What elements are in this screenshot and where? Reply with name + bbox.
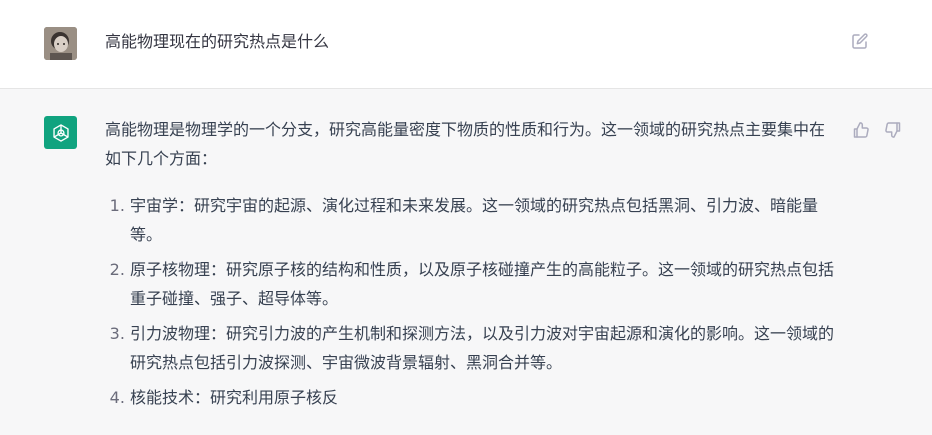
- thumbs-down-icon[interactable]: [884, 121, 902, 139]
- user-message-text: 高能物理现在的研究热点是什么: [105, 32, 330, 51]
- user-avatar-photo: [44, 27, 77, 60]
- answer-list-item: 宇宙学：研究宇宙的起源、演化过程和未来发展。这一领域的研究热点包括黑洞、引力波、…: [130, 191, 835, 249]
- edit-icon[interactable]: [851, 32, 869, 50]
- answer-list-item: 原子核物理：研究原子核的结构和性质，以及原子核碰撞产生的高能粒子。这一领域的研究…: [130, 255, 835, 313]
- answer-intro: 高能物理是物理学的一个分支，研究高能量密度下物质的性质和行为。这一领域的研究热点…: [105, 120, 826, 168]
- openai-logo-icon: [44, 116, 77, 149]
- answer-list-item: 引力波物理：研究引力波的产生机制和探测方法，以及引力波对宇宙起源和演化的影响。这…: [130, 319, 835, 377]
- assistant-message-text: 高能物理是物理学的一个分支，研究高能量密度下物质的性质和行为。这一领域的研究热点…: [105, 115, 835, 418]
- assistant-message-row: 高能物理是物理学的一个分支，研究高能量密度下物质的性质和行为。这一领域的研究热点…: [0, 89, 932, 435]
- answer-list-item: 核能技术：研究利用原子核反: [130, 383, 835, 412]
- thumbs-up-icon[interactable]: [852, 121, 870, 139]
- user-avatar: [44, 27, 77, 60]
- user-message-row: 高能物理现在的研究热点是什么: [0, 0, 932, 89]
- answer-list: 宇宙学：研究宇宙的起源、演化过程和未来发展。这一领域的研究热点包括黑洞、引力波、…: [105, 191, 835, 412]
